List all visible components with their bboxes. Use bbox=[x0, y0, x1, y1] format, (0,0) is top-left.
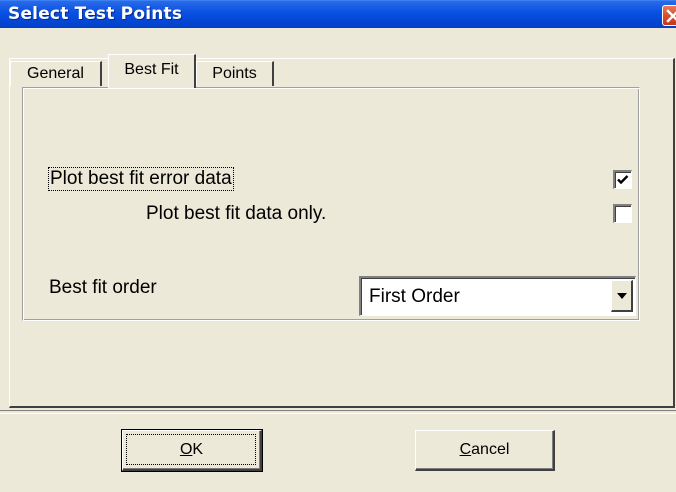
tab-best-fit-label: Best Fit bbox=[124, 61, 179, 78]
best-fit-order-select[interactable]: First Order bbox=[359, 276, 636, 316]
close-button[interactable] bbox=[662, 5, 676, 26]
close-icon bbox=[666, 9, 676, 23]
dropdown-button[interactable] bbox=[611, 280, 633, 312]
tab-best-fit[interactable]: Best Fit bbox=[108, 54, 196, 88]
footer-divider bbox=[0, 410, 676, 414]
chevron-down-icon bbox=[617, 293, 627, 299]
window-title: Select Test Points bbox=[8, 4, 183, 24]
plot-data-only-label[interactable]: Plot best fit data only. bbox=[146, 203, 326, 225]
focus-rect bbox=[126, 434, 256, 465]
plot-error-data-label[interactable]: Plot best fit error data bbox=[48, 167, 234, 191]
cancel-accelerator: C bbox=[459, 441, 472, 458]
plot-error-data-checkbox[interactable] bbox=[613, 170, 632, 189]
ok-button[interactable]: OK bbox=[121, 429, 263, 472]
cancel-label-rest: ancel bbox=[471, 441, 510, 458]
cancel-button[interactable]: Cancel bbox=[415, 430, 555, 471]
best-fit-order-value: First Order bbox=[369, 286, 460, 307]
best-fit-order-label: Best fit order bbox=[49, 277, 157, 298]
title-bar[interactable]: Select Test Points bbox=[0, 0, 676, 28]
plot-data-only-checkbox[interactable] bbox=[613, 204, 632, 223]
checkmark-icon bbox=[617, 175, 629, 185]
